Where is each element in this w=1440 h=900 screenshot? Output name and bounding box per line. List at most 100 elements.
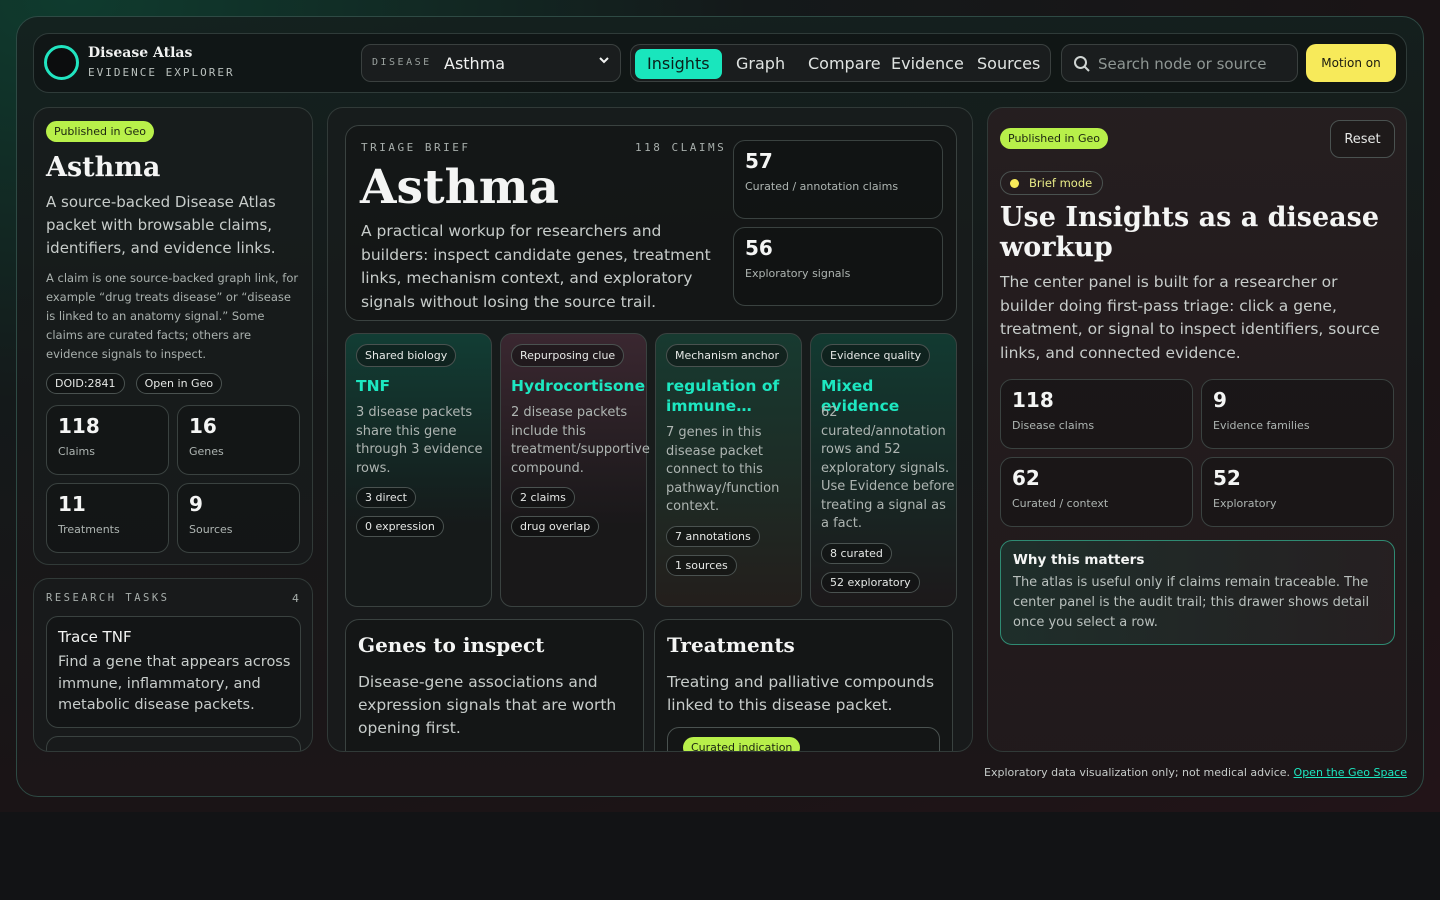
card-chips: 3 direct 0 expression bbox=[356, 487, 444, 545]
disease-select[interactable]: DISEASE Asthma bbox=[361, 44, 621, 82]
insight-card-shared-biology[interactable]: Shared biology TNF 3 disease packets sha… bbox=[345, 333, 492, 607]
stat-label: Sources bbox=[189, 523, 233, 536]
stat-sources: 9 Sources bbox=[177, 483, 300, 553]
stat-curated-claims: 57 Curated / annotation claims bbox=[733, 140, 943, 219]
chevron-down-icon bbox=[598, 54, 610, 70]
motion-toggle-button[interactable]: Motion on bbox=[1306, 44, 1396, 82]
stat-value: 56 bbox=[745, 236, 773, 260]
triage-brief: TRIAGE BRIEF 118 CLAIMS Asthma A practic… bbox=[345, 125, 957, 321]
insight-card-evidence-quality[interactable]: Evidence quality Mixed evidence 62 curat… bbox=[810, 333, 957, 607]
research-tasks-panel: RESEARCH TASKS 4 Trace TNF Find a gene t… bbox=[33, 578, 313, 752]
card-chip[interactable]: 7 annotations bbox=[666, 526, 760, 547]
status-dot-icon bbox=[1010, 179, 1019, 188]
stat-value: 11 bbox=[58, 492, 86, 516]
brief-mode-label: Brief mode bbox=[1029, 176, 1093, 190]
brief-mode-badge: Brief mode bbox=[1000, 171, 1104, 195]
stat-label: Genes bbox=[189, 445, 224, 458]
research-tasks-heading: RESEARCH TASKS bbox=[46, 592, 170, 604]
search-box bbox=[1061, 44, 1298, 82]
stat-value: 52 bbox=[1213, 466, 1241, 490]
insights-center-panel: TRIAGE BRIEF 118 CLAIMS Asthma A practic… bbox=[327, 107, 973, 752]
card-chip[interactable]: 2 claims bbox=[511, 487, 575, 508]
tab-evidence[interactable]: Evidence bbox=[879, 49, 976, 79]
card-chip[interactable]: 52 exploratory bbox=[821, 572, 920, 593]
card-chip[interactable]: 8 curated bbox=[821, 543, 892, 564]
genes-section: Genes to inspect Disease-gene associatio… bbox=[345, 619, 644, 752]
footer-disclaimer: Exploratory data visualization only; not… bbox=[984, 766, 1407, 779]
stat-value: 9 bbox=[189, 492, 203, 516]
tab-insights[interactable]: Insights bbox=[635, 49, 722, 79]
stat-exploratory: 52 Exploratory bbox=[1201, 457, 1394, 527]
task-card[interactable]: Trace TNF Find a gene that appears acros… bbox=[46, 616, 301, 728]
drawer-title: Use Insights as a disease workup bbox=[1000, 202, 1380, 263]
disclaimer-text: Exploratory data visualization only; not… bbox=[984, 766, 1291, 779]
insight-card-mechanism[interactable]: Mechanism anchor regulation of immune… 7… bbox=[655, 333, 802, 607]
claims-count: 118 CLAIMS bbox=[635, 141, 727, 154]
geo-space-link[interactable]: Open the Geo Space bbox=[1294, 766, 1407, 779]
stat-label: Claims bbox=[58, 445, 95, 458]
card-chip[interactable]: 3 direct bbox=[356, 487, 416, 508]
brand-title: Disease Atlas bbox=[88, 45, 193, 61]
brief-title: Asthma bbox=[360, 160, 559, 215]
insights-drawer: Published in Geo Reset Brief mode Use In… bbox=[987, 107, 1407, 752]
card-chip[interactable]: 0 expression bbox=[356, 516, 444, 537]
doid-chip[interactable]: DOID:2841 bbox=[46, 373, 125, 394]
why-text: The atlas is useful only if claims remai… bbox=[1013, 575, 1370, 630]
identifier-chips: DOID:2841 Open in Geo bbox=[46, 372, 228, 394]
curated-indication-badge: Curated indication bbox=[683, 737, 801, 751]
insight-card-repurposing[interactable]: Repurposing clue Hydrocortisone 2 diseas… bbox=[500, 333, 650, 607]
stat-value: 118 bbox=[1012, 388, 1054, 412]
stat-value: 9 bbox=[1213, 388, 1227, 412]
stat-value: 57 bbox=[745, 149, 773, 173]
drawer-description: The center panel is built for a research… bbox=[1000, 273, 1380, 362]
brief-description: A practical workup for researchers and b… bbox=[361, 222, 711, 311]
stat-label: Curated / annotation claims bbox=[745, 180, 899, 193]
disease-summary-panel: Published in Geo Asthma A source-backed … bbox=[33, 107, 313, 565]
stat-value: 118 bbox=[58, 414, 100, 438]
card-title: TNF bbox=[356, 377, 391, 395]
disease-title: Asthma bbox=[46, 152, 161, 183]
claim-explainer: A claim is one source-backed graph link,… bbox=[46, 271, 299, 361]
open-in-geo-chip[interactable]: Open in Geo bbox=[135, 373, 223, 394]
card-chips: 7 annotations 1 sources bbox=[666, 526, 760, 584]
disease-select-label: DISEASE bbox=[372, 57, 432, 68]
disease-select-value: Asthma bbox=[444, 54, 506, 73]
triage-brief-heading: TRIAGE BRIEF bbox=[361, 141, 471, 154]
card-body: 2 disease packets include this treatment… bbox=[511, 405, 650, 476]
tab-graph[interactable]: Graph bbox=[724, 49, 797, 79]
research-tasks-count: 4 bbox=[292, 592, 299, 605]
treatment-row[interactable]: Curated indication bbox=[667, 727, 940, 751]
reset-button[interactable]: Reset bbox=[1330, 120, 1395, 158]
stat-label: Disease claims bbox=[1012, 419, 1095, 432]
stat-claims: 118 Claims bbox=[46, 405, 169, 475]
stat-label: Exploratory bbox=[1213, 497, 1277, 510]
tab-sources[interactable]: Sources bbox=[965, 49, 1052, 79]
card-tag: Shared biology bbox=[356, 344, 457, 367]
card-chip[interactable]: drug overlap bbox=[511, 516, 600, 537]
stat-value: 16 bbox=[189, 414, 217, 438]
brand-subtitle: EVIDENCE EXPLORER bbox=[88, 66, 235, 79]
stat-value: 62 bbox=[1012, 466, 1040, 490]
search-icon bbox=[1073, 55, 1091, 73]
stat-label: Exploratory signals bbox=[745, 267, 851, 280]
disease-description: A source-backed Disease Atlas packet wit… bbox=[46, 193, 276, 257]
card-body: 3 disease packets share this gene throug… bbox=[356, 405, 483, 476]
logo-icon bbox=[44, 45, 79, 80]
task-description: Find a gene that appears across immune, … bbox=[58, 654, 291, 713]
stat-genes: 16 Genes bbox=[177, 405, 300, 475]
stat-exploratory-signals: 56 Exploratory signals bbox=[733, 227, 943, 306]
stat-label: Curated / context bbox=[1012, 497, 1109, 510]
card-body: 7 genes in this disease packet connect t… bbox=[666, 425, 780, 514]
gene-row[interactable] bbox=[358, 751, 628, 752]
published-badge: Published in Geo bbox=[46, 121, 155, 142]
card-chips: 2 claims drug overlap bbox=[511, 487, 600, 545]
card-chip[interactable]: 1 sources bbox=[666, 555, 737, 576]
published-badge: Published in Geo bbox=[1000, 128, 1109, 149]
task-card[interactable] bbox=[46, 736, 301, 751]
treatments-title: Treatments bbox=[667, 633, 795, 657]
card-body: 62 curated/annotation rows and 52 explor… bbox=[821, 405, 955, 531]
genes-title: Genes to inspect bbox=[358, 633, 545, 657]
search-input[interactable] bbox=[1098, 52, 1288, 76]
card-tag: Mechanism anchor bbox=[666, 344, 788, 367]
task-title: Trace TNF bbox=[58, 628, 132, 646]
